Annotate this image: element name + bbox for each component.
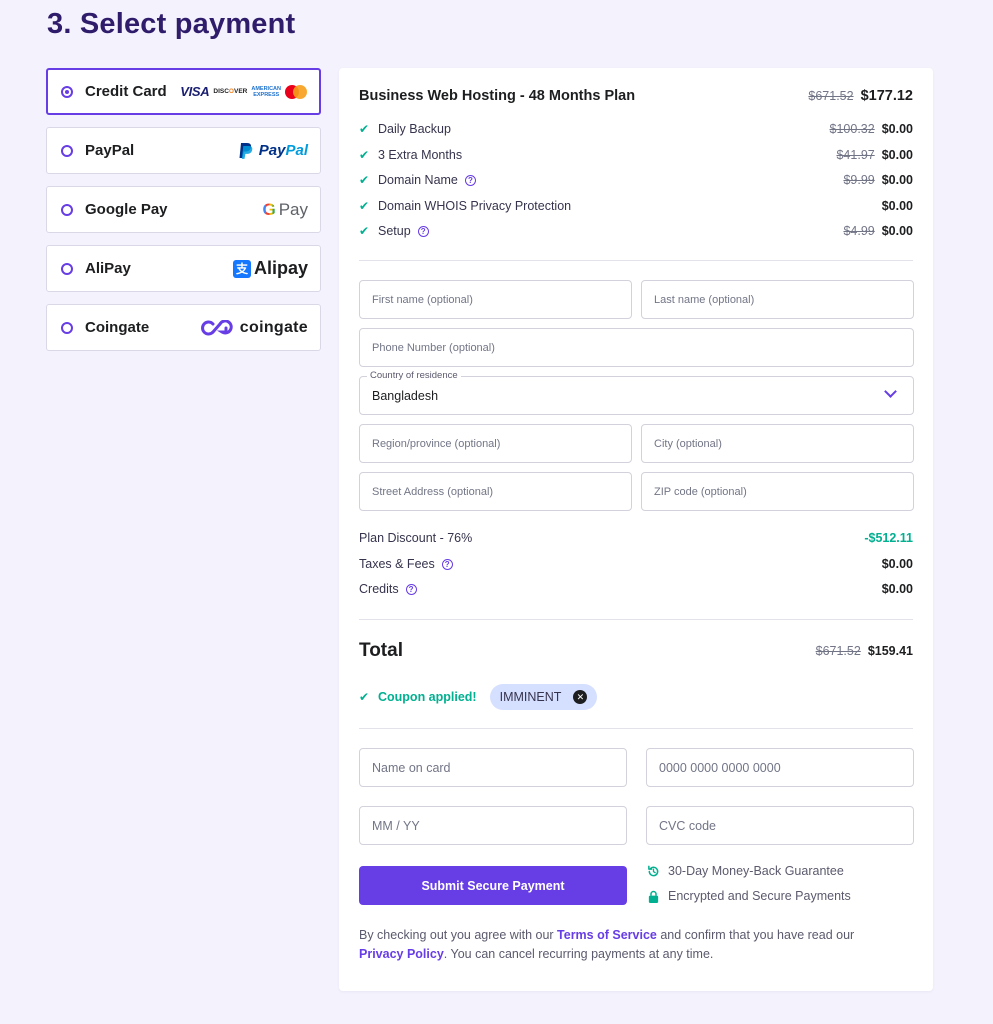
check-icon: ✔	[359, 173, 370, 187]
feature-row: ✔ Daily Backup $100.32 $0.00	[359, 122, 913, 136]
last-name-field[interactable]: Last name (optional)	[641, 280, 914, 319]
credits-value: $0.00	[881, 582, 913, 596]
coupon-code: IMMINENT	[499, 690, 562, 704]
total-label: Total	[359, 640, 403, 661]
check-icon: ✔	[359, 224, 370, 238]
paypal-logo: Pay Pal	[238, 142, 308, 160]
payment-methods-list: Credit Card VISA DISCOVER AMERICAN EXPRES…	[46, 68, 321, 363]
paypal-mark-icon	[239, 142, 253, 159]
region-field[interactable]: Region/province (optional)	[359, 424, 632, 463]
page-title: 3. Select payment	[47, 8, 296, 40]
discount-row: Plan Discount - 76% -$512.11	[359, 531, 913, 545]
check-icon: ✔	[359, 148, 370, 162]
radio-icon[interactable]	[61, 144, 73, 157]
card-brands-logos: VISA DISCOVER AMERICAN EXPRESS	[180, 84, 307, 99]
country-label: Country of residence	[367, 370, 461, 381]
feature-row: ✔ Domain WHOIS Privacy Protection $0.00	[359, 199, 913, 213]
payment-method-label: AliPay	[85, 260, 131, 277]
money-back-guarantee: 30-Day Money-Back Guarantee	[647, 864, 844, 878]
coupon-chip: IMMINENT ✕	[489, 684, 598, 710]
credits-row: Credits ? $0.00	[359, 582, 913, 596]
privacy-policy-link[interactable]: Privacy Policy	[359, 947, 444, 961]
zip-code-field[interactable]: ZIP code (optional)	[641, 472, 914, 511]
coingate-logo: coingate	[200, 319, 308, 337]
taxes-row: Taxes & Fees ? $0.00	[359, 557, 913, 571]
remove-coupon-icon[interactable]: ✕	[573, 690, 588, 704]
legal-notice: By checking out you agree with our Terms…	[359, 928, 855, 961]
submit-payment-button[interactable]: Submit Secure Payment	[359, 866, 627, 905]
payment-method-label: Coingate	[85, 319, 150, 336]
radio-icon[interactable]	[61, 321, 73, 334]
help-icon[interactable]: ?	[464, 174, 476, 186]
payment-method-alipay[interactable]: AliPay 支 Alipay	[46, 245, 321, 292]
total-row: Total $671.52 $159.41	[359, 640, 913, 662]
refresh-clock-icon	[648, 865, 659, 876]
payment-method-google-pay[interactable]: Google Pay G Pay	[46, 186, 321, 233]
coingate-mark-icon	[200, 319, 233, 335]
terms-of-service-link[interactable]: Terms of Service	[557, 928, 657, 942]
plan-price: $177.12	[860, 88, 913, 104]
discount-value: -$512.11	[864, 531, 913, 545]
payment-method-label: PayPal	[85, 142, 135, 159]
card-number-field[interactable]: 0000 0000 0000 0000	[646, 748, 914, 787]
payment-method-label: Credit Card	[85, 83, 167, 100]
payment-method-credit-card[interactable]: Credit Card VISA DISCOVER AMERICAN EXPRES…	[46, 68, 321, 115]
taxes-value: $0.00	[881, 557, 913, 571]
radio-icon[interactable]	[61, 203, 73, 216]
divider	[359, 728, 913, 729]
alipay-logo: 支 Alipay	[232, 258, 308, 279]
coupon-row: ✔ Coupon applied! IMMINENT ✕	[359, 684, 598, 710]
total-price: $159.41	[867, 644, 913, 658]
amex-logo: AMERICAN EXPRESS	[251, 85, 281, 98]
total-old-price: $671.52	[815, 644, 861, 658]
payment-method-coingate[interactable]: Coingate coingate	[46, 304, 321, 351]
google-g-icon: G	[262, 199, 276, 219]
plan-old-price: $671.52	[808, 89, 854, 103]
google-pay-logo: G Pay	[262, 199, 308, 219]
secure-payments-note: Encrypted and Secure Payments	[647, 889, 851, 903]
alipay-mark-icon: 支	[232, 259, 251, 278]
discover-logo: DISCOVER	[213, 88, 248, 95]
city-field[interactable]: City (optional)	[641, 424, 914, 463]
radio-icon[interactable]	[61, 262, 73, 275]
visa-logo: VISA	[180, 84, 210, 99]
check-icon: ✔	[359, 122, 370, 136]
expiry-field[interactable]: MM / YY	[359, 806, 627, 845]
chevron-down-icon	[884, 385, 897, 398]
coupon-applied-text: Coupon applied!	[378, 690, 477, 704]
phone-field[interactable]: Phone Number (optional)	[359, 328, 914, 367]
check-icon: ✔	[359, 690, 370, 704]
payment-method-paypal[interactable]: PayPal Pay Pal	[46, 127, 321, 174]
lock-icon	[648, 890, 659, 903]
country-select[interactable]: Country of residence Bangladesh	[359, 370, 914, 415]
feature-row: ✔ Domain Name ? $9.99 $0.00	[359, 173, 913, 187]
street-address-field[interactable]: Street Address (optional)	[359, 472, 632, 511]
help-icon[interactable]: ?	[405, 583, 417, 595]
checkout-card: Business Web Hosting - 48 Months Plan $6…	[339, 68, 933, 991]
help-icon[interactable]: ?	[441, 558, 453, 570]
cvc-field[interactable]: CVC code	[646, 806, 914, 845]
feature-row: ✔ 3 Extra Months $41.97 $0.00	[359, 148, 913, 162]
feature-row: ✔ Setup ? $4.99 $0.00	[359, 224, 913, 238]
payment-method-label: Google Pay	[85, 201, 168, 218]
help-icon[interactable]: ?	[417, 225, 429, 237]
first-name-field[interactable]: First name (optional)	[359, 280, 632, 319]
country-value: Bangladesh	[372, 388, 439, 403]
plan-title: Business Web Hosting - 48 Months Plan	[359, 88, 636, 104]
mastercard-logo	[285, 84, 307, 99]
plan-row: Business Web Hosting - 48 Months Plan $6…	[359, 88, 913, 104]
divider	[359, 619, 913, 620]
check-icon: ✔	[359, 199, 370, 213]
radio-selected-icon[interactable]	[61, 85, 73, 98]
divider	[359, 260, 913, 261]
name-on-card-field[interactable]: Name on card	[359, 748, 627, 787]
